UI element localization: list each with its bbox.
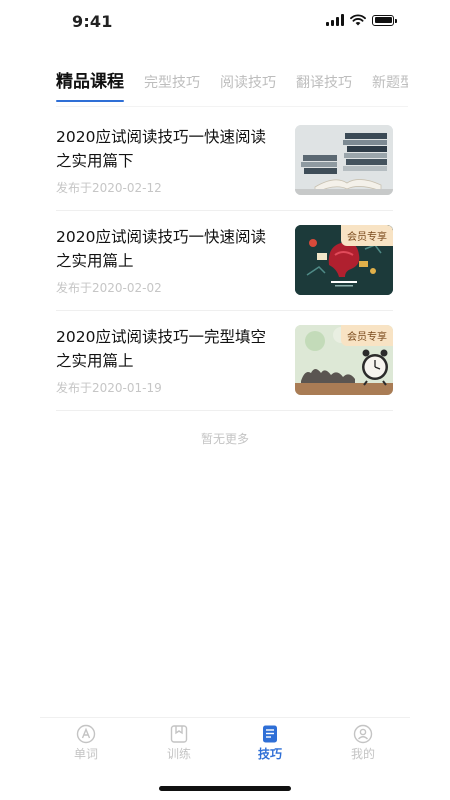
course-title: 2020应试阅读技巧一快速阅读之实用篇下 (56, 128, 266, 170)
nav-label: 技巧 (257, 747, 282, 761)
tab-label: 精品课程 (56, 72, 124, 92)
nav-label: 单词 (73, 747, 98, 761)
tab-new-question-types[interactable]: 新题型 (372, 66, 408, 92)
tab-label: 翻译技巧 (296, 75, 352, 91)
tab-label: 完型技巧 (144, 75, 200, 91)
tab-label: 新题型 (372, 75, 408, 91)
tab-featured-courses[interactable]: 精品课程 (56, 67, 124, 102)
nav-item-words[interactable]: 单词 (56, 724, 116, 762)
course-thumbnail: 会员专享 (295, 325, 393, 395)
course-list: 2020应试阅读技巧一快速阅读之实用篇下 发布于2020-02-12 2020应… (56, 111, 393, 411)
letter-a-icon (76, 724, 96, 744)
nav-label: 训练 (166, 747, 191, 761)
bookmark-icon (170, 725, 188, 743)
course-thumbnail: 会员专享 (295, 225, 393, 295)
category-tabs: 精品课程 完型技巧 阅读技巧 翻译技巧 新题型 (56, 66, 408, 110)
document-icon (263, 725, 277, 743)
nav-item-tips[interactable]: 技巧 (240, 724, 300, 762)
bottom-nav: 单词 训练 技巧 我的 (40, 717, 410, 772)
course-date: 发布于2020-01-19 (56, 381, 162, 395)
tabs-divider (56, 106, 408, 107)
nav-item-me[interactable]: 我的 (333, 724, 393, 762)
course-title: 2020应试阅读技巧一完型填空之实用篇上 (56, 328, 266, 370)
tab-label: 阅读技巧 (220, 75, 276, 91)
tab-reading-tips[interactable]: 阅读技巧 (220, 66, 276, 92)
home-indicator (159, 786, 291, 791)
course-title: 2020应试阅读技巧一快速阅读之实用篇上 (56, 228, 266, 270)
signal-icon (326, 14, 344, 26)
status-time: 9:41 (72, 12, 113, 31)
member-badge: 会员专享 (341, 225, 393, 246)
battery-icon (372, 14, 397, 26)
course-date: 发布于2020-02-12 (56, 181, 162, 195)
tab-translation-tips[interactable]: 翻译技巧 (296, 66, 352, 92)
active-tab-indicator (56, 100, 124, 102)
course-item[interactable]: 2020应试阅读技巧一快速阅读之实用篇上 发布于2020-02-02 会员专享 (56, 211, 393, 311)
wifi-icon (350, 14, 366, 26)
tab-cloze-tips[interactable]: 完型技巧 (144, 66, 200, 92)
nav-label: 我的 (350, 747, 375, 761)
member-badge: 会员专享 (341, 325, 393, 346)
profile-icon (353, 724, 373, 744)
books-photo-icon (295, 125, 393, 195)
course-item[interactable]: 2020应试阅读技巧一快速阅读之实用篇下 发布于2020-02-12 (56, 111, 393, 211)
status-icons (326, 14, 397, 26)
course-item[interactable]: 2020应试阅读技巧一完型填空之实用篇上 发布于2020-01-19 会员专享 (56, 311, 393, 411)
list-end-text: 暂无更多 (200, 432, 249, 446)
nav-item-training[interactable]: 训练 (149, 724, 209, 762)
course-thumbnail (295, 125, 393, 195)
course-date: 发布于2020-02-02 (56, 281, 162, 295)
status-bar: 9:41 (0, 0, 450, 44)
